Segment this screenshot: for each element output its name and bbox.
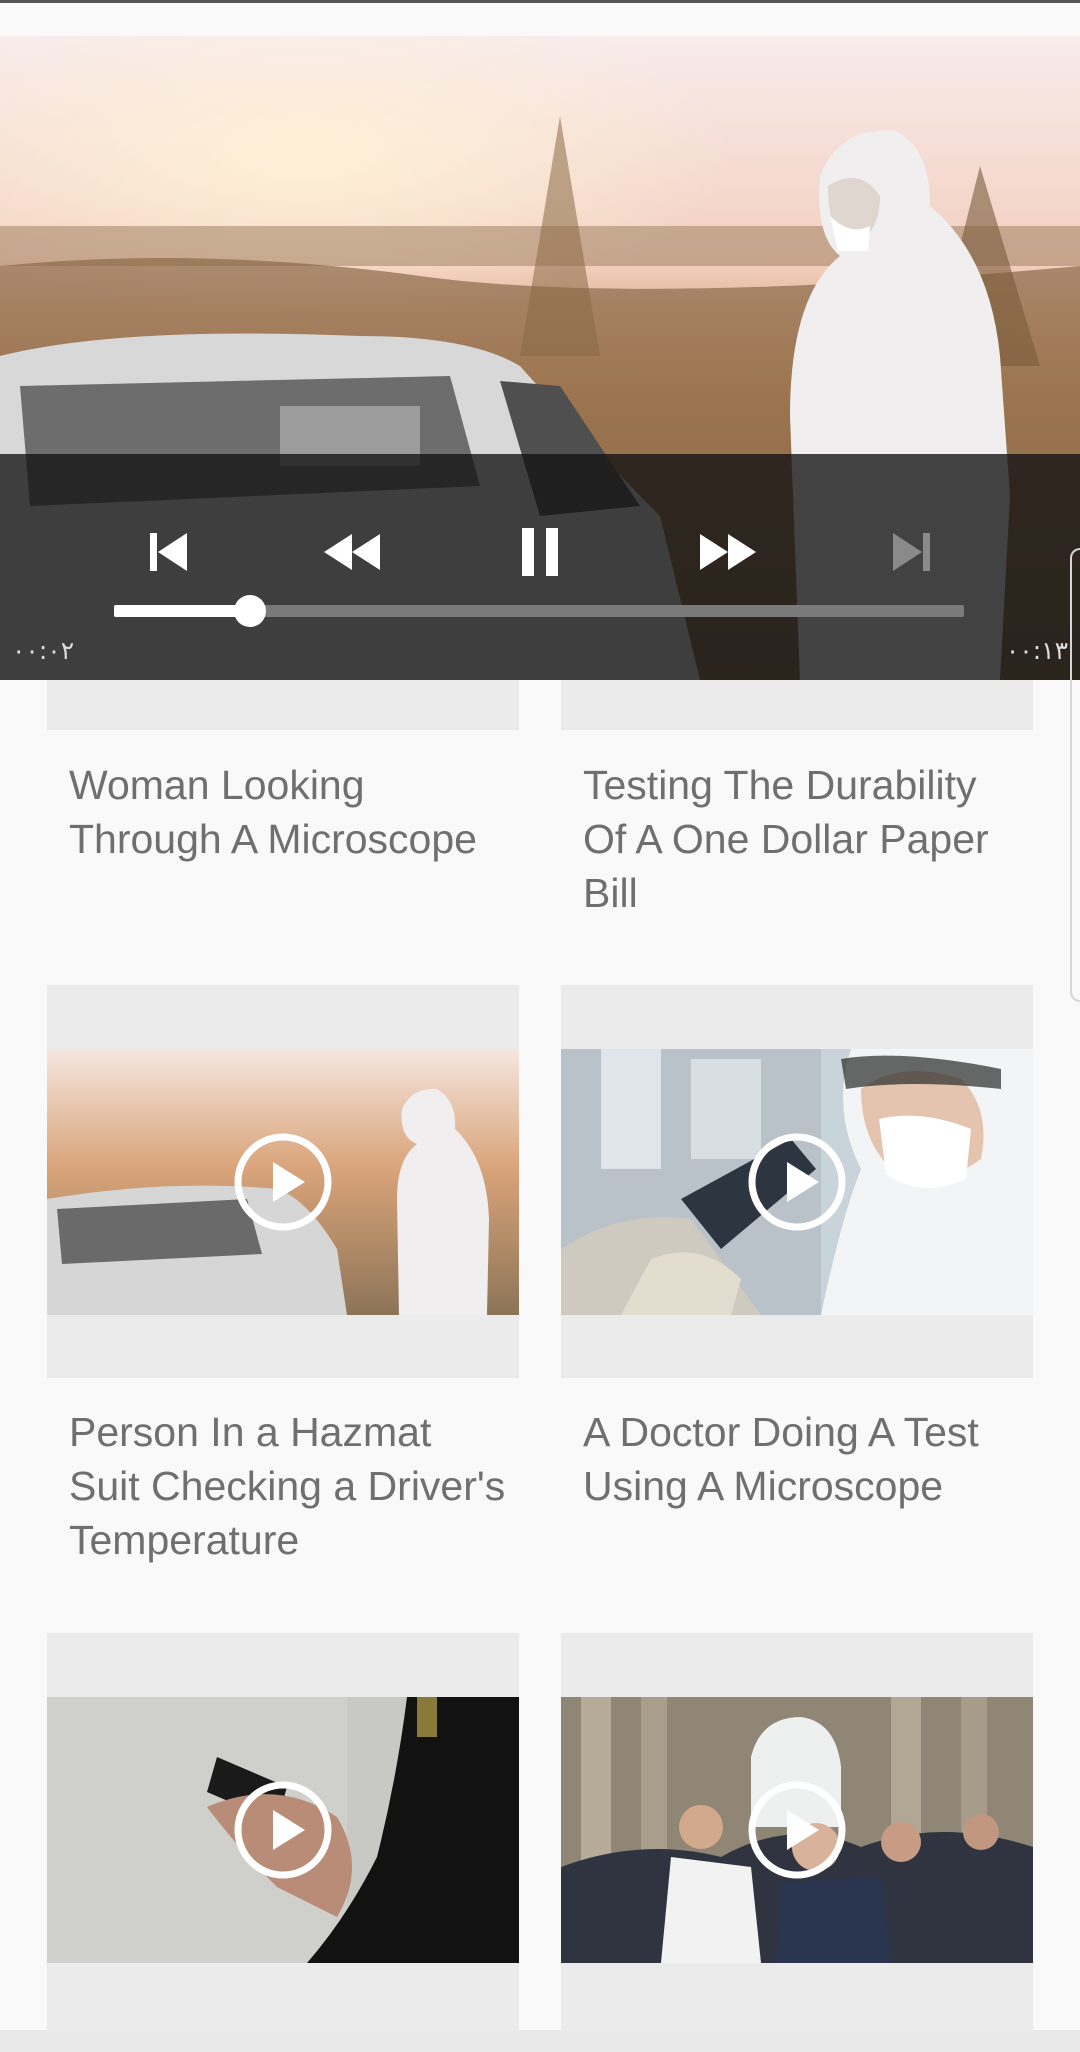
video-card[interactable]: Testing The Durability Of A One Dollar P…	[561, 680, 1033, 930]
video-card[interactable]: Woman Looking Through A Microscope	[47, 680, 519, 930]
video-card[interactable]: Person In a Hazmat Suit Checking a Drive…	[47, 985, 519, 1585]
bottom-edge	[0, 2030, 1080, 2052]
play-icon[interactable]	[747, 1132, 847, 1232]
play-icon[interactable]	[233, 1780, 333, 1880]
card-thumb-bottom	[47, 680, 519, 730]
seek-progress	[114, 605, 250, 617]
pause-icon[interactable]	[500, 512, 580, 592]
video-title[interactable]: A Doctor Doing A Test Using A Microscope	[583, 1405, 1023, 1513]
video-thumbnail[interactable]	[47, 1697, 519, 1963]
video-thumbnail[interactable]	[561, 1697, 1033, 1963]
player-controls: ۰۰:۰۲ ۰۰:۱۳	[0, 454, 1080, 680]
video-thumbnail[interactable]	[47, 1049, 519, 1315]
time-total: ۰۰:۱۳	[1005, 636, 1068, 665]
video-title[interactable]: Testing The Durability Of A One Dollar P…	[583, 758, 1023, 920]
video-card[interactable]	[561, 1633, 1033, 2030]
video-title[interactable]: Person In a Hazmat Suit Checking a Drive…	[69, 1405, 509, 1567]
video-player[interactable]: ۰۰:۰۲ ۰۰:۱۳	[0, 36, 1080, 680]
seek-thumb[interactable]	[234, 595, 266, 627]
video-thumbnail[interactable]	[561, 1049, 1033, 1315]
play-icon[interactable]	[747, 1780, 847, 1880]
top-divider	[0, 0, 1080, 3]
card-thumb-bottom	[561, 680, 1033, 730]
rewind-icon[interactable]	[312, 512, 392, 592]
time-elapsed: ۰۰:۰۲	[12, 636, 75, 665]
video-title[interactable]: Woman Looking Through A Microscope	[69, 758, 509, 866]
play-icon[interactable]	[233, 1132, 333, 1232]
fast-forward-icon[interactable]	[688, 512, 768, 592]
seek-bar[interactable]	[114, 595, 964, 627]
video-card[interactable]	[47, 1633, 519, 2030]
skip-previous-icon[interactable]	[128, 512, 208, 592]
edge-panel-handle[interactable]	[1070, 548, 1080, 1002]
skip-next-icon[interactable]	[872, 512, 952, 592]
video-card[interactable]: A Doctor Doing A Test Using A Microscope	[561, 985, 1033, 1585]
